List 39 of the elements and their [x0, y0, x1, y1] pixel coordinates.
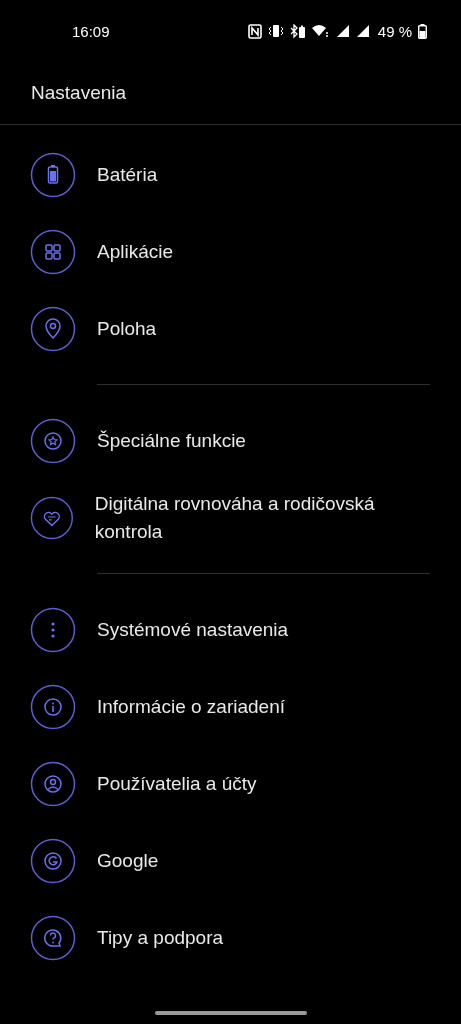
settings-item[interactable]: Informácie o zariadení [0, 668, 461, 745]
signal-icon [355, 24, 370, 38]
nfc-icon [247, 23, 262, 39]
settings-item-label: Google [97, 848, 159, 873]
settings-item[interactable]: Batéria [0, 136, 461, 213]
signal-icon [335, 24, 350, 38]
settings-item[interactable]: Používatelia a účty [0, 745, 461, 822]
settings-item-label: Tipy a podpora [97, 925, 224, 950]
settings-item[interactable]: Digitálna rovnováha a rodičovská kontrola [0, 479, 461, 556]
vibrate-icon [267, 24, 284, 38]
grid-icon [30, 228, 76, 275]
settings-item[interactable]: Poloha [0, 290, 461, 367]
settings-item-label: Používatelia a účty [97, 771, 257, 796]
location-pin-icon [30, 305, 76, 352]
settings-item-label: Batéria [97, 162, 158, 187]
settings-item-label: Informácie o zariadení [97, 694, 285, 719]
settings-item[interactable]: Špeciálne funkcie [0, 402, 461, 479]
settings-item[interactable]: Systémové nastavenia [0, 591, 461, 668]
settings-item-label: Digitálna rovnováha a rodičovská kontrola [94, 491, 376, 544]
battery-icon [418, 23, 427, 39]
settings-item[interactable]: Aplikácie [0, 213, 461, 290]
help-icon [30, 914, 76, 961]
info-icon [30, 683, 76, 730]
settings-item-label: Poloha [97, 316, 157, 341]
page-title: Nastavenia [31, 82, 127, 104]
battery-icon [30, 151, 76, 198]
settings-item-label: Systémové nastavenia [97, 617, 289, 642]
bluetooth-icon [289, 23, 306, 39]
status-time: 16:09 [72, 22, 110, 40]
g-letter-icon [30, 837, 76, 884]
settings-item[interactable]: Tipy a podpora [0, 899, 461, 976]
user-icon [30, 760, 76, 807]
settings-item-label: Aplikácie [97, 239, 174, 264]
settings-item-label: Špeciálne funkcie [97, 428, 246, 453]
wifi-icon [311, 24, 330, 38]
settings-item[interactable]: Google [0, 822, 461, 899]
battery-percentage: 49 % [377, 22, 412, 40]
dots-icon [30, 606, 76, 653]
gesture-bar[interactable] [155, 1011, 307, 1015]
